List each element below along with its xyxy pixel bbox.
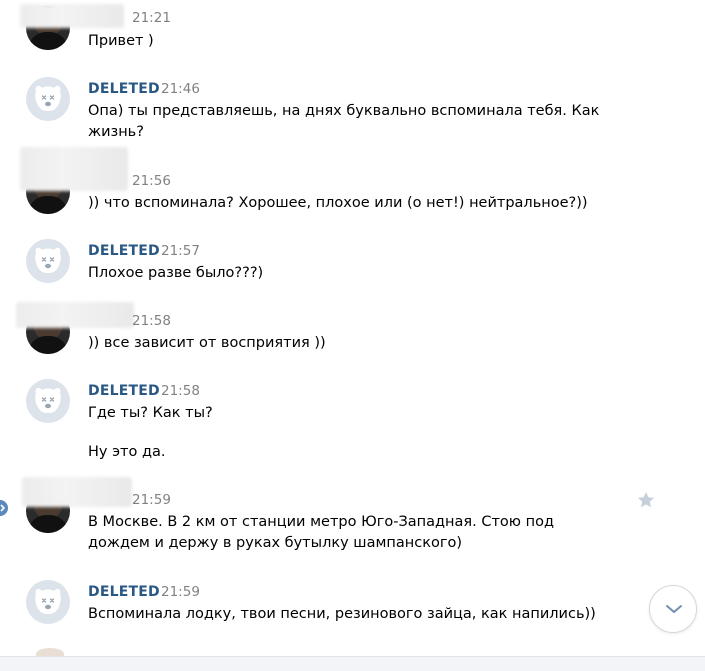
avatar[interactable] xyxy=(26,580,70,624)
avatar[interactable] xyxy=(26,379,70,423)
scroll-down-button[interactable] xyxy=(649,585,697,633)
message-time[interactable]: 21:59 xyxy=(132,492,171,508)
message-text: Вспоминала лодку, твои песни, резинового… xyxy=(88,606,596,622)
message-text: В Москве. В 2 км от станции метро Юго-За… xyxy=(88,514,554,551)
author-name[interactable]: DELETED xyxy=(88,383,160,399)
avatar xyxy=(36,648,64,656)
composer-bar xyxy=(0,656,705,671)
message-time[interactable]: 21:58 xyxy=(132,313,171,329)
message-time[interactable]: 21:57 xyxy=(161,243,200,259)
message-time[interactable]: 21:58 xyxy=(161,383,200,399)
author-name-blurred[interactable] xyxy=(22,477,132,507)
message-text: Привет ) xyxy=(88,33,154,49)
message-time[interactable]: 21:46 xyxy=(161,81,200,97)
dog-icon xyxy=(35,85,61,111)
chevron-down-icon xyxy=(666,605,682,613)
chat-history: 21:21 Привет ) DELETED 21:46 Опа) ты пре… xyxy=(0,0,705,656)
message-time[interactable]: 21:56 xyxy=(132,173,171,189)
message-text: Плохое разве было???) xyxy=(88,265,264,281)
message-text: Ну это да. xyxy=(88,444,166,460)
unread-marker xyxy=(0,500,8,516)
star-icon[interactable] xyxy=(636,490,656,510)
message-time[interactable]: 21:21 xyxy=(132,10,171,26)
message-text: )) все зависит от восприятия )) xyxy=(88,335,326,351)
author-name[interactable]: DELETED xyxy=(88,81,160,97)
message-time[interactable]: 21:59 xyxy=(161,584,200,600)
author-name[interactable]: DELETED xyxy=(88,243,160,259)
avatar[interactable] xyxy=(26,239,70,283)
dog-icon xyxy=(35,588,61,614)
author-name-blurred[interactable] xyxy=(16,302,134,328)
avatar[interactable] xyxy=(26,77,70,121)
message-text: Опа) ты представляешь, на днях буквально… xyxy=(88,103,600,140)
author-name-blurred[interactable] xyxy=(20,147,128,191)
author-name[interactable]: DELETED xyxy=(88,584,160,600)
author-name-blurred[interactable] xyxy=(20,4,124,28)
dog-icon xyxy=(35,387,61,413)
dog-icon xyxy=(35,247,61,273)
message-text: )) что вспоминала? Хорошее, плохое или (… xyxy=(88,195,588,211)
message-text: Где ты? Как ты? xyxy=(88,405,213,421)
